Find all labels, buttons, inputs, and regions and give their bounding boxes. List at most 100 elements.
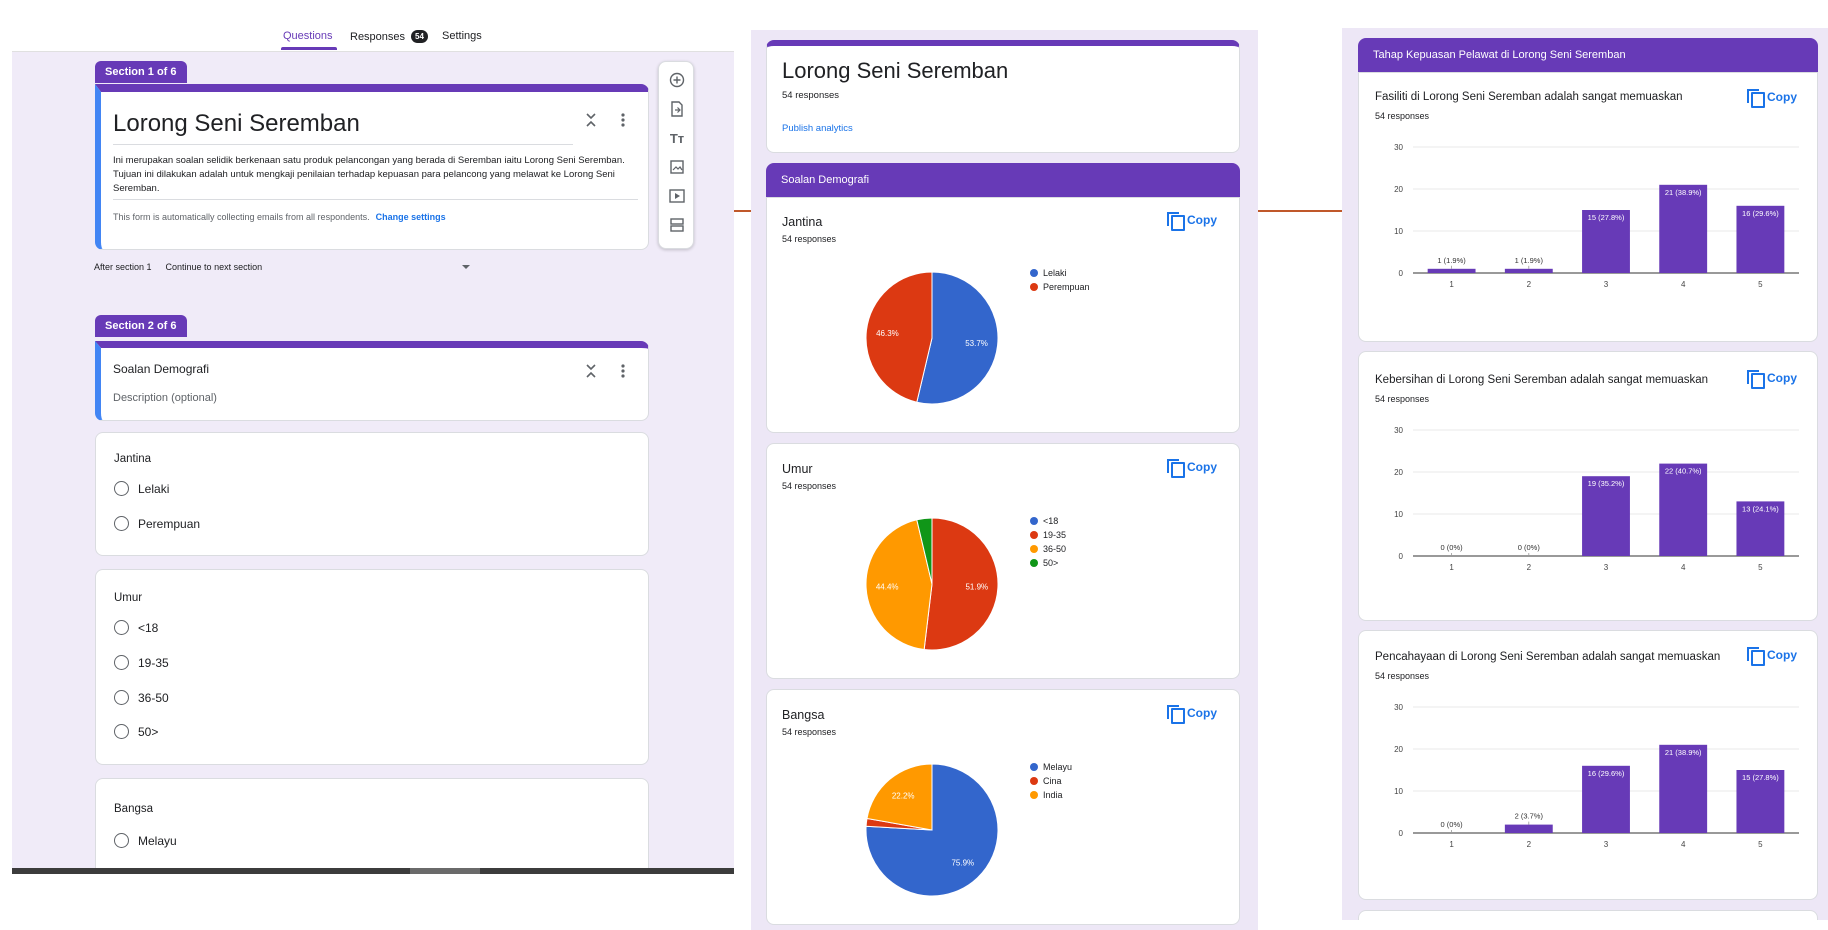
add-image-icon[interactable] — [667, 157, 687, 177]
section-2-header-card[interactable]: Soalan Demografi Description (optional) — [95, 341, 649, 421]
pie-response-count: 54 responses — [782, 234, 837, 244]
section-2-description-input[interactable]: Description (optional) — [113, 392, 217, 404]
bar-chart: 0 10 20 30 0 (0%) 1 0 (0%) 2 19 (35.2%) 3 22 (40.7… — [1394, 426, 1799, 572]
form-editor-panel: Questions Responses 54 Settings Section … — [12, 6, 734, 874]
bar-card-pencahayaan: Pencahayaan di Lorong Seni Seremban adal… — [1358, 630, 1818, 900]
option-row[interactable]: Lelaki — [114, 481, 169, 496]
collapse-icon[interactable] — [583, 110, 599, 130]
copy-chart-button[interactable]: Copy — [1167, 459, 1217, 478]
x-tick-label: 2 — [1527, 840, 1532, 849]
tab-questions[interactable]: Questions — [283, 30, 333, 42]
option-row[interactable]: 19-35 — [114, 655, 169, 670]
form-description-underline — [113, 199, 638, 200]
radio-button[interactable] — [114, 833, 129, 848]
form-description[interactable]: Ini merupakan soalan selidik berkenaan s… — [113, 154, 638, 196]
after-section-select[interactable]: Continue to next section — [166, 262, 263, 272]
pie-slice-label: 44.4% — [876, 583, 899, 592]
publish-analytics-link[interactable]: Publish analytics — [782, 123, 853, 134]
tab-responses[interactable]: Responses 54 — [350, 30, 428, 43]
question-title[interactable]: Bangsa — [114, 803, 153, 815]
pie-chart: 51.9% 44.4% — [865, 517, 999, 651]
bar — [1504, 268, 1553, 273]
after-section-dropdown-icon[interactable] — [462, 265, 470, 269]
option-row[interactable]: 36-50 — [114, 690, 169, 705]
copy-icon — [1167, 459, 1185, 478]
option-label: Perempuan — [138, 516, 201, 531]
y-tick-label: 10 — [1394, 787, 1403, 796]
legend-swatch — [1030, 791, 1038, 799]
y-tick-label: 10 — [1394, 227, 1403, 236]
radio-button[interactable] — [114, 481, 129, 496]
bar — [1659, 184, 1708, 273]
question-card-jantina[interactable]: Jantina Lelaki Perempuan — [95, 432, 649, 556]
y-tick-label: 30 — [1394, 143, 1403, 152]
section-1-header-card[interactable]: Lorong Seni Seremban Ini merupakan soala… — [95, 84, 649, 250]
add-section-icon[interactable] — [667, 215, 687, 235]
y-tick-label: 0 — [1399, 829, 1404, 838]
pie-slice-label: 75.9% — [951, 859, 974, 868]
y-tick-label: 20 — [1394, 185, 1403, 194]
legend-item: Lelaki — [1030, 266, 1090, 280]
radio-button[interactable] — [114, 620, 129, 635]
form-title[interactable]: Lorong Seni Seremban — [113, 110, 360, 138]
add-question-icon[interactable] — [667, 70, 687, 90]
legend-item: <18 — [1030, 514, 1066, 528]
satisfaction-panel: Tahap Kepuasan Pelawat di Lorong Seni Se… — [1342, 28, 1828, 920]
pie-chart: 53.7% 46.3% — [865, 271, 999, 405]
x-tick-label: 1 — [1449, 563, 1454, 572]
bar-value-label: 21 (38.9%) — [1665, 188, 1702, 197]
copy-chart-button[interactable]: Copy — [1747, 89, 1797, 108]
x-tick-label: 3 — [1604, 563, 1609, 572]
editor-panel-scroll-thumb[interactable] — [410, 868, 480, 874]
question-card-bangsa[interactable]: Bangsa Melayu — [95, 778, 649, 874]
legend-label: 19-35 — [1043, 530, 1067, 540]
editor-panel-scrollbar[interactable] — [12, 868, 734, 874]
add-title-icon[interactable]: Tт — [667, 128, 687, 148]
copy-chart-button[interactable]: Copy — [1747, 647, 1797, 666]
tab-responses-label: Responses — [350, 30, 406, 43]
section-2-more-icon[interactable] — [617, 361, 629, 381]
section-2-collapse-icon[interactable] — [583, 361, 599, 381]
question-card-umur[interactable]: Umur <18 19-35 36-50 50> — [95, 569, 649, 765]
pie-card-jantina: Jantina 54 responses Copy 53.7% 46.3% Lel… — [766, 197, 1240, 433]
bar-value-label: 15 (27.8%) — [1742, 773, 1779, 782]
x-tick-label: 5 — [1758, 563, 1763, 572]
legend-label: <18 — [1043, 516, 1059, 526]
section-header-kepuasan: Tahap Kepuasan Pelawat di Lorong Seni Se… — [1358, 38, 1818, 72]
y-tick-label: 0 — [1399, 269, 1404, 278]
copy-chart-button[interactable]: Copy — [1167, 705, 1217, 724]
option-row[interactable]: <18 — [114, 620, 158, 635]
bar-value-label: 22 (40.7%) — [1665, 467, 1702, 476]
add-video-icon[interactable] — [667, 186, 687, 206]
question-title[interactable]: Jantina — [114, 453, 151, 465]
radio-button[interactable] — [114, 724, 129, 739]
bar-value-label: 15 (27.8%) — [1588, 213, 1625, 222]
question-title[interactable]: Umur — [114, 592, 142, 604]
x-tick-label: 5 — [1758, 840, 1763, 849]
y-tick-label: 20 — [1394, 468, 1403, 477]
legend-item: India — [1030, 788, 1072, 802]
legend-label: 36-50 — [1043, 544, 1067, 554]
radio-button[interactable] — [114, 516, 129, 531]
legend-item: 19-35 — [1030, 528, 1066, 542]
copy-chart-button[interactable]: Copy — [1167, 212, 1217, 231]
legend-item: Cina — [1030, 774, 1072, 788]
option-row[interactable]: Melayu — [114, 833, 177, 848]
change-settings-link[interactable]: Change settings — [376, 212, 446, 222]
radio-button[interactable] — [114, 690, 129, 705]
legend-item: 36-50 — [1030, 542, 1066, 556]
pie-card-umur: Umur 54 responses Copy 51.9% 44.4% <18 19-… — [766, 443, 1240, 679]
radio-button[interactable] — [114, 655, 129, 670]
option-row[interactable]: Perempuan — [114, 516, 200, 531]
copy-icon — [1747, 89, 1765, 108]
x-tick-label: 4 — [1681, 563, 1686, 572]
option-row[interactable]: 50> — [114, 724, 158, 739]
more-options-icon[interactable] — [617, 110, 629, 130]
connector-line-left — [733, 210, 753, 212]
after-section-row[interactable]: After section 1 Continue to next section — [94, 262, 484, 272]
section-2-title[interactable]: Soalan Demografi — [113, 362, 209, 376]
copy-chart-button[interactable]: Copy — [1747, 370, 1797, 389]
tab-questions-indicator — [281, 47, 337, 50]
tab-settings[interactable]: Settings — [442, 30, 482, 42]
import-questions-icon[interactable] — [667, 99, 687, 119]
